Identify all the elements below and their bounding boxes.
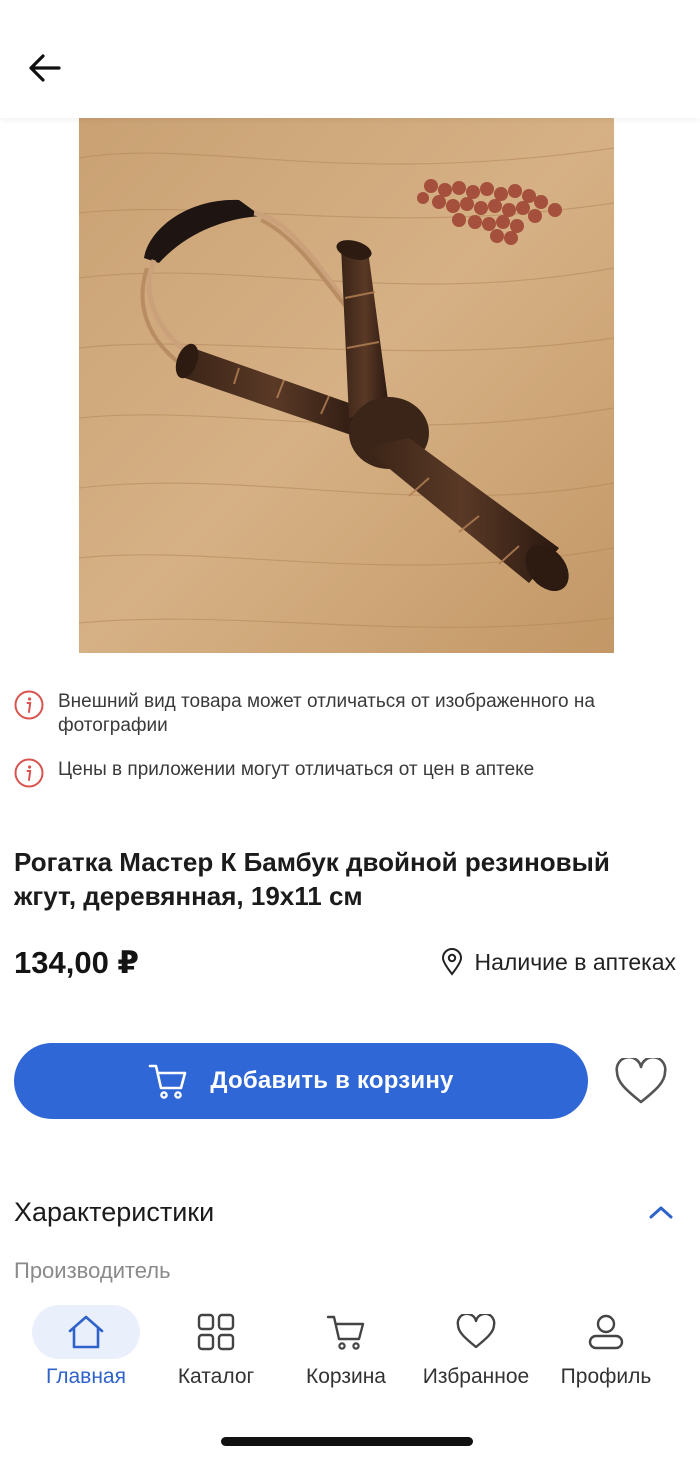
info-icon bbox=[14, 690, 44, 720]
info-icon bbox=[14, 758, 44, 788]
product-title: Рогатка Мастер К Бамбук двойной резиновы… bbox=[14, 847, 610, 911]
add-to-cart-button[interactable]: Добавить в корзину bbox=[14, 1043, 588, 1119]
home-icon bbox=[68, 1315, 104, 1349]
nav-item-catalog[interactable]: Каталог bbox=[151, 1296, 281, 1396]
nav-item-cart[interactable]: Корзина bbox=[281, 1296, 411, 1396]
heart-icon bbox=[456, 1314, 496, 1349]
arrow-left-icon bbox=[29, 54, 61, 82]
notice-text: Внешний вид товара может отличаться от и… bbox=[58, 691, 595, 736]
nav-label: Каталог bbox=[177, 1365, 255, 1388]
nav-item-profile[interactable]: Профиль bbox=[541, 1296, 671, 1396]
availability-link[interactable]: Наличие в аптеках bbox=[441, 948, 676, 976]
nav-label: Избранное bbox=[422, 1365, 530, 1388]
bottom-navigation: Главная Каталог Корзина Избранное Профил… bbox=[0, 1296, 700, 1460]
specs-title: Характеристики bbox=[14, 1196, 215, 1227]
top-bar bbox=[0, 0, 700, 118]
slingshot-photo bbox=[79, 118, 614, 653]
add-to-cart-label: Добавить в корзину bbox=[210, 1067, 454, 1094]
grid-icon bbox=[197, 1313, 235, 1351]
notice-text: Цены в приложении могут отличаться от це… bbox=[58, 759, 535, 780]
availability-label: Наличие в аптеках bbox=[474, 948, 676, 975]
location-pin-icon bbox=[441, 948, 462, 976]
profile-icon bbox=[588, 1314, 624, 1350]
nav-item-home[interactable]: Главная bbox=[21, 1296, 151, 1396]
notice-appearance: Внешний вид товара может отличаться от и… bbox=[14, 690, 658, 738]
favorite-button[interactable] bbox=[612, 1054, 670, 1110]
product-price: 134,00 ₽ bbox=[14, 945, 139, 980]
nav-label: Корзина bbox=[306, 1365, 386, 1388]
heart-icon bbox=[615, 1058, 667, 1104]
notice-prices: Цены в приложении могут отличаться от це… bbox=[14, 758, 658, 788]
chevron-up-icon bbox=[649, 1206, 673, 1219]
spec-manufacturer-label: Производитель bbox=[14, 1258, 171, 1283]
nav-label: Профиль bbox=[560, 1365, 652, 1388]
product-image[interactable] bbox=[79, 118, 614, 653]
cart-icon bbox=[326, 1315, 365, 1350]
home-indicator[interactable] bbox=[221, 1437, 473, 1446]
specs-section-header[interactable]: Характеристики bbox=[14, 1190, 674, 1234]
back-button[interactable] bbox=[22, 46, 66, 90]
cart-icon bbox=[149, 1064, 187, 1099]
nav-item-favorites[interactable]: Избранное bbox=[411, 1296, 541, 1396]
nav-label: Главная bbox=[46, 1365, 126, 1388]
